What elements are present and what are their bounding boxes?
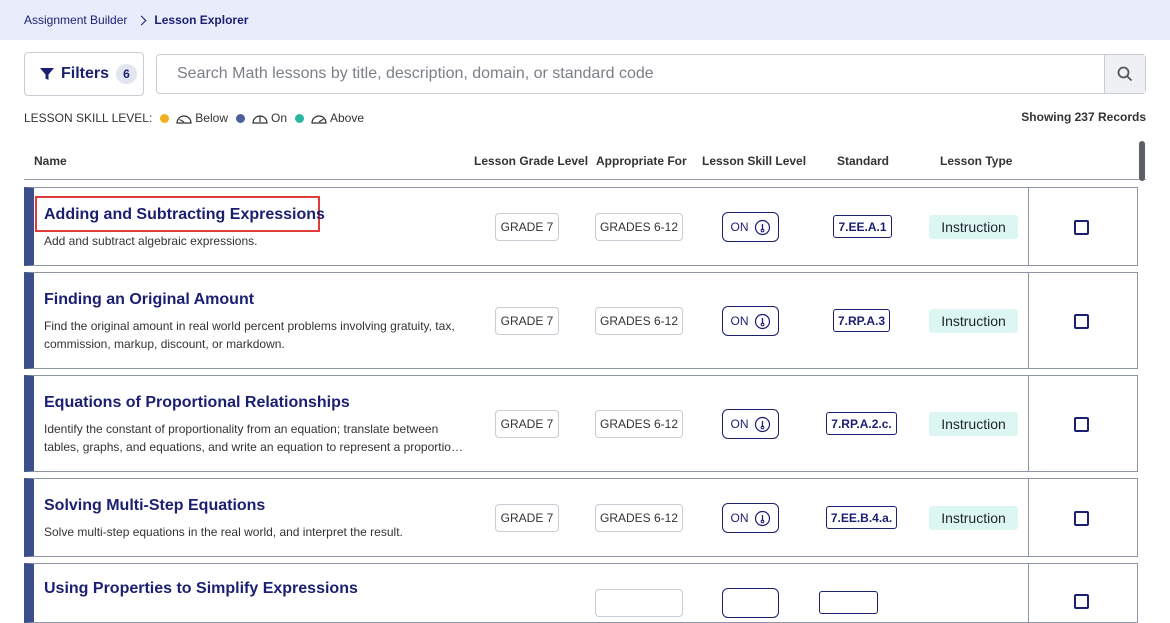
column-header-standard[interactable]: Standard bbox=[837, 154, 889, 168]
select-checkbox[interactable] bbox=[1074, 417, 1089, 432]
table-header: Name Lesson Grade Level Appropriate For … bbox=[24, 142, 1146, 180]
skill-level-badge: ON bbox=[722, 212, 779, 242]
appropriate-for-pill: GRADES 6-12 bbox=[595, 410, 683, 438]
column-header-skill[interactable]: Lesson Skill Level bbox=[702, 154, 806, 168]
skill-level-text: ON bbox=[730, 314, 749, 328]
filter-icon bbox=[40, 68, 54, 80]
row-divider bbox=[1028, 273, 1029, 368]
skill-level-text: ON bbox=[730, 511, 749, 525]
gauge-mid-icon bbox=[754, 313, 770, 329]
lesson-description: Solve multi-step equations in the real w… bbox=[44, 525, 403, 539]
lesson-title[interactable]: Solving Multi-Step Equations bbox=[44, 497, 265, 515]
lesson-type-badge: Instruction bbox=[929, 215, 1018, 239]
standard-code[interactable]: 7.RP.A.2.c. bbox=[826, 412, 897, 435]
legend-item-below: Below bbox=[152, 111, 228, 125]
gauge-mid-icon bbox=[252, 115, 268, 124]
lesson-row[interactable]: Solving Multi-Step Equations Solve multi… bbox=[24, 478, 1138, 557]
select-checkbox[interactable] bbox=[1074, 314, 1089, 329]
skill-level-badge bbox=[722, 588, 779, 618]
search-icon bbox=[1117, 66, 1133, 82]
column-header-appropriate[interactable]: Appropriate For bbox=[596, 154, 687, 168]
select-checkbox[interactable] bbox=[1074, 511, 1089, 526]
lesson-title[interactable]: Adding and Subtracting Expressions bbox=[44, 206, 325, 224]
legend-item-on: On bbox=[228, 111, 287, 125]
row-divider bbox=[1028, 376, 1029, 471]
grade-level-pill: GRADE 7 bbox=[495, 504, 559, 532]
standard-code[interactable]: 7.RP.A.3 bbox=[833, 309, 890, 332]
lesson-type-badge: Instruction bbox=[929, 412, 1018, 436]
skill-level-text: ON bbox=[730, 417, 749, 431]
appropriate-for-pill: GRADES 6-12 bbox=[595, 307, 683, 335]
legend-on-text: On bbox=[270, 111, 287, 125]
search-input[interactable] bbox=[157, 55, 1104, 93]
standard-code[interactable]: 7.EE.B.4.a. bbox=[826, 506, 897, 529]
gauge-low-icon bbox=[176, 115, 192, 124]
lesson-description: Find the original amount in real world p… bbox=[44, 319, 455, 351]
lesson-row[interactable]: Equations of Proportional Relationships … bbox=[24, 375, 1138, 472]
scrollbar[interactable] bbox=[1139, 141, 1145, 181]
below-dot-icon bbox=[160, 113, 170, 123]
filters-label: Filters bbox=[61, 65, 110, 82]
appropriate-for-pill: GRADES 6-12 bbox=[595, 213, 683, 241]
select-checkbox[interactable] bbox=[1074, 594, 1089, 609]
row-divider bbox=[1028, 564, 1029, 622]
lesson-description: Add and subtract algebraic expressions. bbox=[44, 234, 258, 248]
search-box bbox=[156, 54, 1146, 94]
legend-below-text: Below bbox=[195, 111, 228, 125]
appropriate-for-pill bbox=[595, 589, 683, 617]
breadcrumb-assignment-builder[interactable]: Assignment Builder bbox=[24, 13, 127, 27]
on-dot-icon bbox=[235, 113, 245, 123]
filters-button[interactable]: Filters 6 bbox=[24, 52, 144, 96]
lesson-row[interactable]: Using Properties to Simplify Expressions bbox=[24, 563, 1138, 623]
lesson-type-badge: Instruction bbox=[929, 309, 1018, 333]
lesson-row[interactable]: Finding an Original Amount Find the orig… bbox=[24, 272, 1138, 369]
gauge-mid-icon bbox=[754, 219, 770, 235]
record-count: Showing 237 Records bbox=[1021, 110, 1146, 124]
column-header-grade[interactable]: Lesson Grade Level bbox=[474, 154, 588, 168]
standard-code[interactable]: 7.EE.A.1 bbox=[833, 215, 892, 238]
lesson-title[interactable]: Finding an Original Amount bbox=[44, 291, 254, 309]
filters-count-badge: 6 bbox=[116, 64, 138, 84]
breadcrumb-current: Lesson Explorer bbox=[154, 13, 249, 27]
gauge-high-icon bbox=[311, 115, 327, 124]
column-header-type[interactable]: Lesson Type bbox=[940, 154, 1012, 168]
lesson-title[interactable]: Equations of Proportional Relationships bbox=[44, 394, 350, 412]
standard-code[interactable] bbox=[819, 591, 878, 614]
select-checkbox[interactable] bbox=[1074, 220, 1089, 235]
gauge-mid-icon bbox=[754, 416, 770, 432]
grade-level-pill: GRADE 7 bbox=[495, 213, 559, 241]
search-button[interactable] bbox=[1104, 55, 1145, 93]
appropriate-for-pill: GRADES 6-12 bbox=[595, 504, 683, 532]
grade-level-pill: GRADE 7 bbox=[495, 410, 559, 438]
skill-level-badge: ON bbox=[722, 409, 779, 439]
skill-level-legend: LESSON SKILL LEVEL: Below On Above bbox=[24, 110, 364, 126]
lesson-type-badge: Instruction bbox=[929, 506, 1018, 530]
skill-level-badge: ON bbox=[722, 306, 779, 336]
lesson-row[interactable]: Adding and Subtracting Expressions Add a… bbox=[24, 187, 1138, 266]
breadcrumb-bar: Assignment Builder Lesson Explorer bbox=[0, 0, 1170, 40]
column-header-name[interactable]: Name bbox=[34, 154, 67, 168]
row-divider bbox=[1028, 479, 1029, 556]
skill-level-text: ON bbox=[730, 220, 749, 234]
lesson-title[interactable]: Using Properties to Simplify Expressions bbox=[44, 580, 358, 598]
grade-level-pill: GRADE 7 bbox=[495, 307, 559, 335]
above-dot-icon bbox=[295, 113, 304, 123]
chevron-right-icon bbox=[136, 15, 147, 25]
legend-above-text: Above bbox=[330, 111, 365, 125]
legend-item-above: Above bbox=[287, 111, 364, 125]
row-divider bbox=[1028, 188, 1029, 265]
gauge-mid-icon bbox=[754, 510, 770, 526]
skill-level-badge: ON bbox=[722, 503, 779, 533]
lesson-description: Identify the constant of proportionality… bbox=[44, 422, 467, 454]
legend-label: LESSON SKILL LEVEL: bbox=[24, 111, 153, 125]
